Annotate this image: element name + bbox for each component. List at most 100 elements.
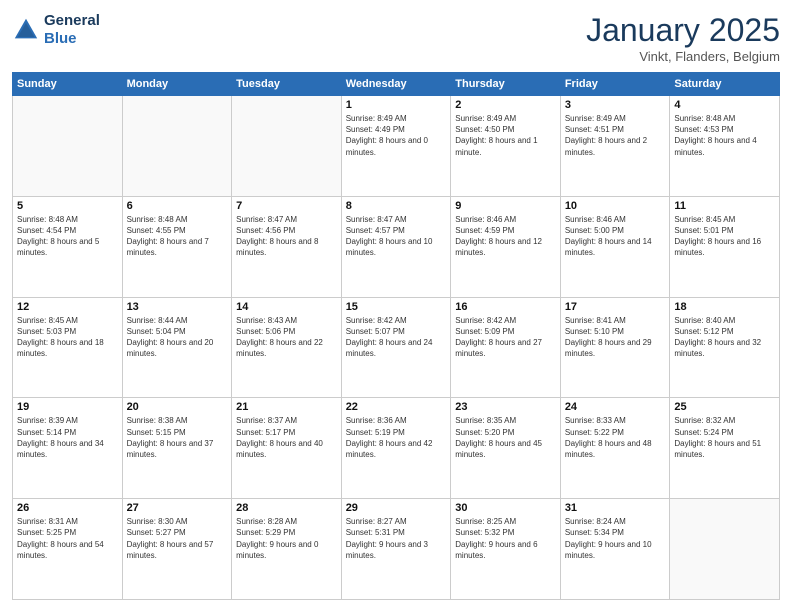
day-number: 27 [127,502,228,514]
calendar-week-row: 5 Sunrise: 8:48 AMSunset: 4:54 PMDaylight… [13,196,780,297]
calendar-cell: 5 Sunrise: 8:48 AMSunset: 4:54 PMDaylight… [13,196,123,297]
calendar-cell: 22Sunrise: 8:36 AMSunset: 5:19 PMDayligh… [341,398,451,499]
calendar-cell: 29 Sunrise: 8:27 AMSunset: 5:31 PMDayligh… [341,499,451,600]
day-of-week-header: Tuesday [232,73,342,96]
day-number: 5 [17,200,118,212]
title-section: January 2025 Vinkt, Flanders, Belgium [586,12,780,64]
calendar-cell: 14 Sunrise: 8:43 AMSunset: 5:06 PMDayligh… [232,297,342,398]
day-info: Sunrise: 8:42 AMSunset: 5:09 PMDaylight:… [455,315,556,360]
calendar-cell [670,499,780,600]
day-number: 17 [565,301,666,313]
day-of-week-header: Saturday [670,73,780,96]
calendar-cell: 25 Sunrise: 8:32 AMSunset: 5:24 PMDayligh… [670,398,780,499]
day-number: 4 [674,99,775,111]
day-info: Sunrise: 8:28 AMSunset: 5:29 PMDaylight:… [236,516,337,561]
day-number: 3 [565,99,666,111]
day-number: 9 [455,200,556,212]
calendar-cell: 8 Sunrise: 8:47 AMSunset: 4:57 PMDaylight… [341,196,451,297]
day-number: 15 [346,301,447,313]
day-info: Sunrise: 8:46 AMSunset: 5:00 PMDaylight:… [565,214,666,259]
day-number: 30 [455,502,556,514]
calendar-cell: 28 Sunrise: 8:28 AMSunset: 5:29 PMDayligh… [232,499,342,600]
day-of-week-header: Monday [122,73,232,96]
day-number: 24 [565,401,666,413]
calendar-cell: 26 Sunrise: 8:31 AMSunset: 5:25 PMDayligh… [13,499,123,600]
calendar-cell [13,96,123,197]
day-number: 18 [674,301,775,313]
location: Vinkt, Flanders, Belgium [586,49,780,64]
day-number: 16 [455,301,556,313]
day-info: Sunrise: 8:45 AMSunset: 5:01 PMDaylight:… [674,214,775,259]
calendar-cell: 4 Sunrise: 8:48 AMSunset: 4:53 PMDaylight… [670,96,780,197]
day-number: 25 [674,401,775,413]
day-number: 8 [346,200,447,212]
calendar-week-row: 19Sunrise: 8:39 AMSunset: 5:14 PMDayligh… [13,398,780,499]
page: General Blue January 2025 Vinkt, Flander… [0,0,792,612]
header: General Blue January 2025 Vinkt, Flander… [12,12,780,64]
day-number: 10 [565,200,666,212]
day-info: Sunrise: 8:49 AMSunset: 4:50 PMDaylight:… [455,113,556,158]
calendar-table: SundayMondayTuesdayWednesdayThursdayFrid… [12,72,780,600]
day-of-week-header: Wednesday [341,73,451,96]
calendar-cell: 7Sunrise: 8:47 AMSunset: 4:56 PMDaylight… [232,196,342,297]
day-info: Sunrise: 8:38 AMSunset: 5:15 PMDaylight:… [127,415,228,460]
day-info: Sunrise: 8:27 AMSunset: 5:31 PMDaylight:… [346,516,447,561]
calendar-cell: 2 Sunrise: 8:49 AMSunset: 4:50 PMDaylight… [451,96,561,197]
day-number: 21 [236,401,337,413]
day-number: 28 [236,502,337,514]
day-info: Sunrise: 8:25 AMSunset: 5:32 PMDaylight:… [455,516,556,561]
day-info: Sunrise: 8:40 AMSunset: 5:12 PMDaylight:… [674,315,775,360]
day-info: Sunrise: 8:36 AMSunset: 5:19 PMDaylight:… [346,415,447,460]
day-info: Sunrise: 8:45 AMSunset: 5:03 PMDaylight:… [17,315,118,360]
day-number: 6 [127,200,228,212]
day-number: 2 [455,99,556,111]
month-title: January 2025 [586,12,780,49]
day-info: Sunrise: 8:47 AMSunset: 4:56 PMDaylight:… [236,214,337,259]
day-info: Sunrise: 8:47 AMSunset: 4:57 PMDaylight:… [346,214,447,259]
day-info: Sunrise: 8:31 AMSunset: 5:25 PMDaylight:… [17,516,118,561]
day-number: 29 [346,502,447,514]
day-number: 14 [236,301,337,313]
calendar-cell: 13Sunrise: 8:44 AMSunset: 5:04 PMDayligh… [122,297,232,398]
day-number: 31 [565,502,666,514]
day-of-week-header: Thursday [451,73,561,96]
day-info: Sunrise: 8:30 AMSunset: 5:27 PMDaylight:… [127,516,228,561]
calendar-cell: 16 Sunrise: 8:42 AMSunset: 5:09 PMDayligh… [451,297,561,398]
calendar-cell: 11Sunrise: 8:45 AMSunset: 5:01 PMDayligh… [670,196,780,297]
calendar-week-row: 1Sunrise: 8:49 AMSunset: 4:49 PMDaylight… [13,96,780,197]
day-info: Sunrise: 8:33 AMSunset: 5:22 PMDaylight:… [565,415,666,460]
day-info: Sunrise: 8:49 AMSunset: 4:51 PMDaylight:… [565,113,666,158]
day-info: Sunrise: 8:32 AMSunset: 5:24 PMDaylight:… [674,415,775,460]
day-info: Sunrise: 8:43 AMSunset: 5:06 PMDaylight:… [236,315,337,360]
calendar-cell: 23 Sunrise: 8:35 AMSunset: 5:20 PMDayligh… [451,398,561,499]
day-info: Sunrise: 8:42 AMSunset: 5:07 PMDaylight:… [346,315,447,360]
calendar-cell: 3 Sunrise: 8:49 AMSunset: 4:51 PMDaylight… [560,96,670,197]
calendar-cell [122,96,232,197]
day-info: Sunrise: 8:48 AMSunset: 4:54 PMDaylight:… [17,214,118,259]
calendar-cell: 12 Sunrise: 8:45 AMSunset: 5:03 PMDayligh… [13,297,123,398]
calendar-cell: 30 Sunrise: 8:25 AMSunset: 5:32 PMDayligh… [451,499,561,600]
day-info: Sunrise: 8:46 AMSunset: 4:59 PMDaylight:… [455,214,556,259]
day-number: 19 [17,401,118,413]
day-info: Sunrise: 8:24 AMSunset: 5:34 PMDaylight:… [565,516,666,561]
calendar-cell: 10 Sunrise: 8:46 AMSunset: 5:00 PMDayligh… [560,196,670,297]
day-number: 13 [127,301,228,313]
calendar-cell: 21Sunrise: 8:37 AMSunset: 5:17 PMDayligh… [232,398,342,499]
calendar-cell: 24 Sunrise: 8:33 AMSunset: 5:22 PMDayligh… [560,398,670,499]
day-number: 23 [455,401,556,413]
calendar-cell: 27 Sunrise: 8:30 AMSunset: 5:27 PMDayligh… [122,499,232,600]
calendar-cell: 15 Sunrise: 8:42 AMSunset: 5:07 PMDayligh… [341,297,451,398]
day-info: Sunrise: 8:35 AMSunset: 5:20 PMDaylight:… [455,415,556,460]
day-of-week-header: Friday [560,73,670,96]
calendar-cell [232,96,342,197]
calendar-header-row: SundayMondayTuesdayWednesdayThursdayFrid… [13,73,780,96]
day-number: 12 [17,301,118,313]
day-number: 1 [346,99,447,111]
day-number: 26 [17,502,118,514]
calendar-cell: 9 Sunrise: 8:46 AMSunset: 4:59 PMDaylight… [451,196,561,297]
day-number: 20 [127,401,228,413]
logo-icon [12,16,40,44]
day-info: Sunrise: 8:48 AMSunset: 4:53 PMDaylight:… [674,113,775,158]
calendar-cell: 19Sunrise: 8:39 AMSunset: 5:14 PMDayligh… [13,398,123,499]
calendar-cell: 17Sunrise: 8:41 AMSunset: 5:10 PMDayligh… [560,297,670,398]
